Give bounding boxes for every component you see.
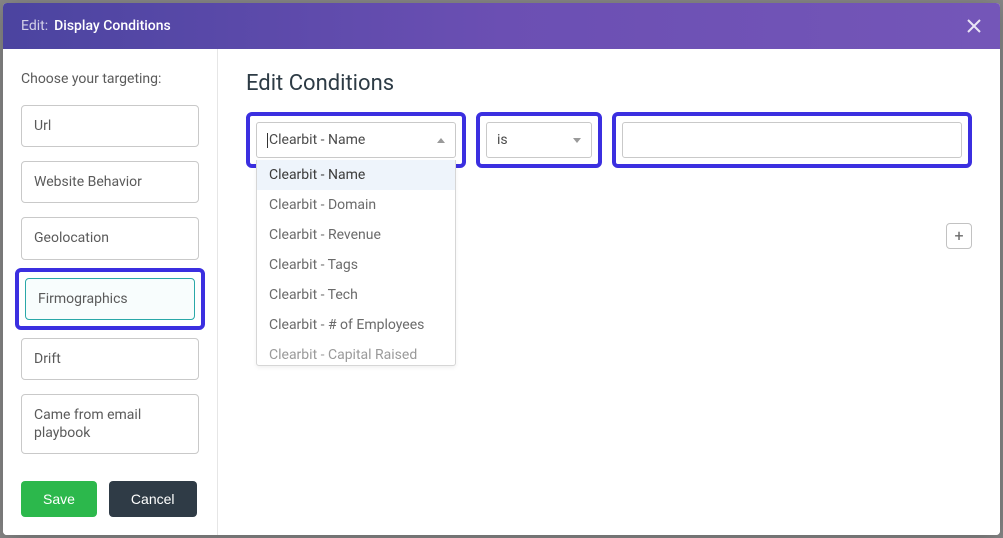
sidebar-item-url-wrap: Url [21, 105, 199, 147]
modal-header: Edit: Display Conditions [3, 3, 1000, 49]
sidebar-item-website-behavior-wrap: Website Behavior [21, 161, 199, 203]
modal-title-label: Edit: [21, 18, 48, 34]
field-select[interactable]: Clearbit - Name [256, 122, 456, 158]
field-select-value: Clearbit - Name [267, 132, 365, 148]
operator-select-value: is [497, 132, 508, 148]
field-dropdown-list: Clearbit - Name Clearbit - Domain Clearb… [256, 160, 456, 366]
modal-title-value: Display Conditions [54, 18, 171, 34]
field-select-wrapper: Clearbit - Name Clearbit - Name Clearbit… [256, 122, 456, 158]
main-panel: Edit Conditions Clearbit - Name Clearbit… [218, 49, 1000, 535]
field-option-tags[interactable]: Clearbit - Tags [257, 250, 455, 280]
targeting-sidebar: Choose your targeting: Url Website Behav… [3, 49, 218, 535]
field-dropdown-frame: Clearbit - Name Clearbit - Name Clearbit… [246, 112, 466, 168]
field-option-domain[interactable]: Clearbit - Domain [257, 190, 455, 220]
plus-icon: + [954, 228, 963, 244]
cancel-button[interactable]: Cancel [109, 481, 197, 517]
sidebar-item-geolocation-wrap: Geolocation [21, 217, 199, 259]
chevron-down-icon [573, 138, 581, 143]
sidebar-item-email-playbook-wrap: Came from email playbook [21, 394, 199, 454]
modal-title: Edit: Display Conditions [21, 18, 171, 34]
sidebar-item-firmographics[interactable]: Firmographics [25, 278, 195, 320]
value-input-frame [612, 112, 972, 168]
sidebar-item-email-playbook[interactable]: Came from email playbook [21, 394, 199, 454]
main-title: Edit Conditions [246, 71, 972, 96]
field-option-capital[interactable]: Clearbit - Capital Raised [257, 340, 455, 365]
field-option-name[interactable]: Clearbit - Name [257, 160, 455, 190]
sidebar-item-firmographics-wrap: Firmographics [15, 268, 205, 330]
sidebar-item-geolocation[interactable]: Geolocation [21, 217, 199, 259]
sidebar-item-url[interactable]: Url [21, 105, 199, 147]
sidebar-footer: Save Cancel [21, 481, 199, 517]
sidebar-title: Choose your targeting: [21, 71, 199, 87]
edit-display-conditions-modal: Edit: Display Conditions Choose your tar… [3, 3, 1000, 535]
condition-row: Clearbit - Name Clearbit - Name Clearbit… [246, 112, 972, 168]
sidebar-item-drift-wrap: Drift [21, 338, 199, 380]
save-button[interactable]: Save [21, 481, 97, 517]
sidebar-item-drift[interactable]: Drift [21, 338, 199, 380]
sidebar-item-website-behavior[interactable]: Website Behavior [21, 161, 199, 203]
add-condition-button[interactable]: + [946, 223, 972, 249]
chevron-up-icon [437, 138, 445, 143]
field-option-tech[interactable]: Clearbit - Tech [257, 280, 455, 310]
field-option-employees[interactable]: Clearbit - # of Employees [257, 310, 455, 340]
operator-select[interactable]: is [486, 122, 592, 158]
modal-body: Choose your targeting: Url Website Behav… [3, 49, 1000, 535]
condition-value-input[interactable] [622, 122, 962, 158]
close-icon[interactable] [966, 18, 982, 34]
field-option-revenue[interactable]: Clearbit - Revenue [257, 220, 455, 250]
operator-dropdown-frame: is [476, 112, 602, 168]
